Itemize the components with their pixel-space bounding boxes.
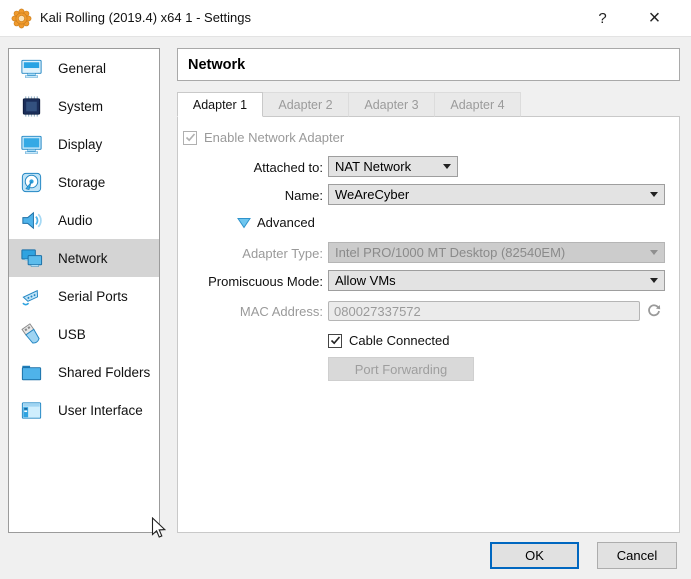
sidebar-item-label: USB (58, 327, 86, 342)
sidebar-item-usb[interactable]: USB (9, 315, 159, 353)
settings-window: Kali Rolling (2019.4) x64 1 - Settings ?… (0, 0, 691, 579)
sidebar-item-label: Display (58, 137, 102, 152)
chevron-down-icon (650, 278, 658, 283)
page-title: Network (188, 57, 245, 73)
chevron-down-icon (650, 192, 658, 197)
refresh-mac-button (645, 302, 663, 320)
serial-ports-icon (18, 283, 45, 310)
general-icon (18, 55, 45, 82)
port-forwarding-label: Port Forwarding (355, 362, 447, 377)
ok-label: OK (525, 548, 544, 563)
sidebar-item-system[interactable]: System (9, 87, 159, 125)
promiscuous-mode-value: Allow VMs (335, 273, 644, 288)
close-icon[interactable]: × (632, 0, 677, 36)
tab-adapter-4[interactable]: Adapter 4 (435, 92, 521, 117)
tab-label: Adapter 2 (278, 98, 332, 112)
adapter-type-select: Intel PRO/1000 MT Desktop (82540EM) (328, 242, 665, 263)
attached-to-select[interactable]: NAT Network (328, 156, 458, 177)
cable-connected-checkbox[interactable]: Cable Connected (328, 333, 449, 348)
enable-network-adapter-label: Enable Network Adapter (204, 130, 344, 145)
titlebar: Kali Rolling (2019.4) x64 1 - Settings ?… (0, 0, 691, 37)
network-icon (18, 245, 45, 272)
attached-to-label: Attached to: (180, 157, 323, 178)
checkbox-check-icon (328, 334, 342, 348)
sidebar-item-display[interactable]: Display (9, 125, 159, 163)
adapter-tabbar: Adapter 1 Adapter 2 Adapter 3 Adapter 4 (177, 92, 521, 117)
mac-address-label: MAC Address: (180, 301, 323, 322)
audio-icon (18, 207, 45, 234)
refresh-icon (646, 303, 662, 319)
mac-address-field (328, 301, 640, 321)
tab-adapter-3[interactable]: Adapter 3 (349, 92, 435, 117)
name-value: WeAreCyber (335, 187, 644, 202)
sidebar-item-network[interactable]: Network (9, 239, 159, 277)
shared-folders-icon (18, 359, 45, 386)
adapter-type-value: Intel PRO/1000 MT Desktop (82540EM) (335, 245, 644, 260)
sidebar-item-serial-ports[interactable]: Serial Ports (9, 277, 159, 315)
checkbox-check-icon (183, 131, 197, 145)
promiscuous-mode-select[interactable]: Allow VMs (328, 270, 665, 291)
sidebar-item-user-interface[interactable]: User Interface (9, 391, 159, 429)
advanced-toggle[interactable]: Advanced (237, 215, 315, 230)
page-header: Network (177, 48, 680, 81)
user-interface-icon (18, 397, 45, 424)
tab-label: Adapter 1 (193, 98, 247, 112)
advanced-label: Advanced (257, 215, 315, 230)
virtualbox-settings-gear-icon (11, 8, 32, 29)
adapter-type-label: Adapter Type: (180, 243, 323, 264)
usb-icon (18, 321, 45, 348)
sidebar-item-label: System (58, 99, 103, 114)
adapter-panel (177, 116, 680, 533)
window-title: Kali Rolling (2019.4) x64 1 - Settings (40, 10, 251, 25)
cable-connected-label: Cable Connected (349, 333, 449, 348)
tab-label: Adapter 4 (450, 98, 504, 112)
sidebar-item-label: Audio (58, 213, 93, 228)
tab-label: Adapter 3 (364, 98, 418, 112)
name-select[interactable]: WeAreCyber (328, 184, 665, 205)
sidebar-item-storage[interactable]: Storage (9, 163, 159, 201)
attached-to-value: NAT Network (335, 159, 437, 174)
display-icon (18, 131, 45, 158)
cancel-button[interactable]: Cancel (597, 542, 677, 569)
help-button[interactable]: ? (580, 0, 625, 36)
promiscuous-mode-label: Promiscuous Mode: (180, 271, 323, 292)
sidebar-item-general[interactable]: General (9, 49, 159, 87)
storage-icon (18, 169, 45, 196)
disclosure-triangle-icon (237, 217, 251, 229)
sidebar-item-label: General (58, 61, 106, 76)
name-label: Name: (180, 185, 323, 206)
chevron-down-icon (443, 164, 451, 169)
settings-sidebar: General System Display Storage Audio (8, 48, 160, 533)
tab-adapter-2[interactable]: Adapter 2 (263, 92, 349, 117)
sidebar-item-label: Network (58, 251, 108, 266)
sidebar-item-label: Storage (58, 175, 105, 190)
tab-adapter-1[interactable]: Adapter 1 (177, 92, 263, 117)
sidebar-item-label: Shared Folders (58, 365, 150, 380)
mouse-cursor-icon (151, 517, 168, 542)
enable-network-adapter-checkbox: Enable Network Adapter (183, 130, 344, 145)
sidebar-item-label: User Interface (58, 403, 143, 418)
sidebar-item-audio[interactable]: Audio (9, 201, 159, 239)
system-icon (18, 93, 45, 120)
chevron-down-icon (650, 250, 658, 255)
sidebar-item-label: Serial Ports (58, 289, 128, 304)
ok-button[interactable]: OK (490, 542, 579, 569)
sidebar-item-shared-folders[interactable]: Shared Folders (9, 353, 159, 391)
port-forwarding-button: Port Forwarding (328, 357, 474, 381)
cancel-label: Cancel (617, 548, 657, 563)
